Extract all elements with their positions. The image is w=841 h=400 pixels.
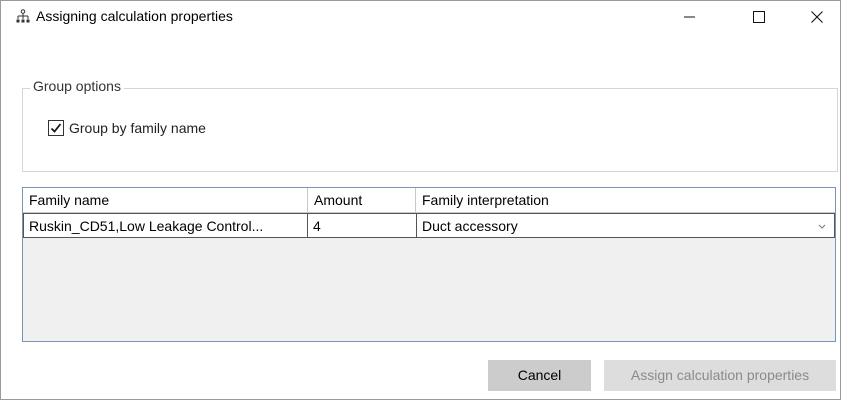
close-button[interactable] <box>794 1 840 33</box>
amount-cell[interactable]: 4 <box>308 213 416 238</box>
group-by-family-option[interactable]: Group by family name <box>48 120 206 136</box>
hierarchy-icon <box>15 9 31 25</box>
column-header-family-interpretation[interactable]: Family interpretation <box>416 188 835 212</box>
dialog-window: Assigning calculation properties Group o… <box>0 0 841 400</box>
grid-header: Family name Amount Family interpretation <box>23 188 835 213</box>
family-data-grid[interactable]: Family name Amount Family interpretation… <box>22 187 836 342</box>
assign-calculation-properties-button[interactable]: Assign calculation properties <box>604 360 836 391</box>
column-header-family-name[interactable]: Family name <box>23 188 308 212</box>
maximize-icon <box>753 11 765 23</box>
table-row[interactable]: Ruskin_CD51,Low Leakage Control... 4 Duc… <box>23 213 835 238</box>
close-icon <box>811 11 823 23</box>
window-title: Assigning calculation properties <box>36 8 233 24</box>
column-header-amount[interactable]: Amount <box>308 188 416 212</box>
minimize-button[interactable] <box>667 1 713 33</box>
group-by-family-checkbox[interactable] <box>48 120 64 136</box>
family-name-cell[interactable]: Ruskin_CD51,Low Leakage Control... <box>23 213 308 238</box>
checkmark-icon <box>50 123 62 133</box>
group-by-family-label: Group by family name <box>69 120 206 136</box>
family-interpretation-dropdown[interactable]: Duct accessory <box>416 213 835 238</box>
chevron-down-icon <box>818 214 826 237</box>
cancel-button[interactable]: Cancel <box>488 360 591 391</box>
family-interpretation-value: Duct accessory <box>422 218 518 234</box>
minimize-icon <box>684 16 695 18</box>
group-options-legend: Group options <box>30 78 124 94</box>
maximize-button[interactable] <box>736 1 782 33</box>
title-bar[interactable]: Assigning calculation properties <box>1 1 840 33</box>
